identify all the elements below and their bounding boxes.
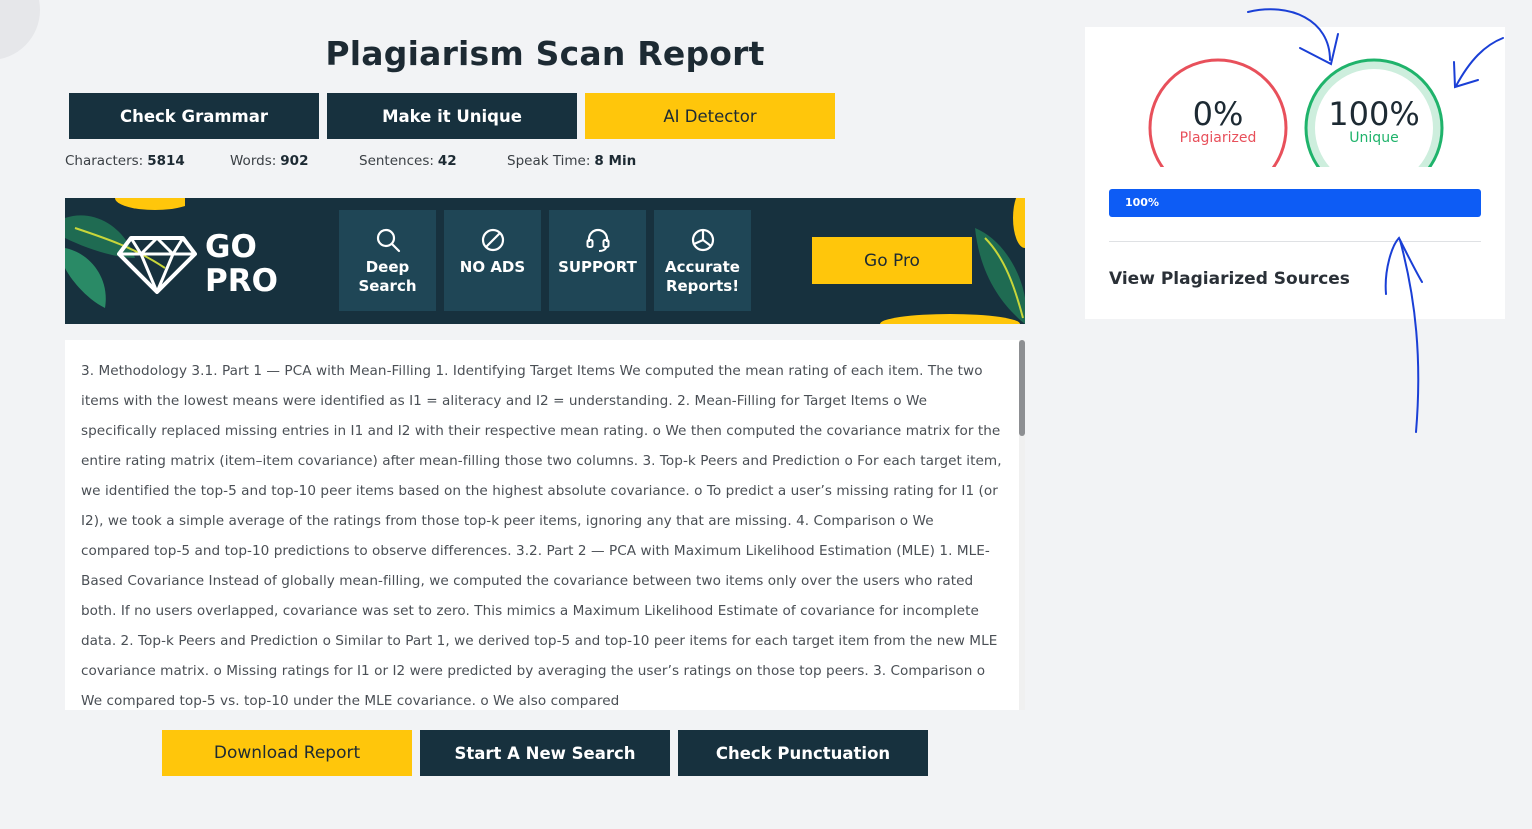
stat-label: Words: — [230, 153, 277, 169]
decorative-corner-shape — [0, 0, 40, 60]
uniqueness-progress-bar: 100% — [1109, 189, 1481, 217]
top-button-row: Check Grammar Make it Unique AI Detector — [69, 93, 835, 139]
stat-value: 902 — [280, 153, 309, 169]
feature-label-line: Reports! — [665, 277, 740, 295]
bottom-button-row: Download Report Start A New Search Check… — [162, 730, 928, 776]
scanned-text-content: 3. Methodology 3.1. Part 1 — PCA with Me… — [81, 363, 1002, 709]
view-plagiarized-sources-link[interactable]: View Plagiarized Sources — [1109, 269, 1350, 289]
feature-label-line: Accurate — [665, 258, 740, 276]
logo-line-2: PRO — [205, 263, 278, 299]
stat-label: Sentences: — [359, 153, 434, 169]
page-title: Plagiarism Scan Report — [325, 34, 765, 73]
go-pro-banner: GO PRO Deep Search NO ADS SUPPORT Accura… — [65, 198, 1025, 324]
pro-features: Deep Search NO ADS SUPPORT Accurate Repo… — [339, 210, 751, 311]
feature-label-line: SUPPORT — [558, 258, 637, 276]
plagiarized-label: Plagiarized — [1179, 130, 1257, 146]
stat-words: Words: 902 — [230, 153, 359, 169]
plagiarized-gauge: 0% Plagiarized — [1147, 57, 1289, 167]
feature-deep-search: Deep Search — [339, 210, 436, 311]
feature-label-line: Deep — [365, 258, 410, 276]
stat-value: 5814 — [147, 153, 185, 169]
feature-no-ads: NO ADS — [444, 210, 541, 311]
text-scrollbar[interactable] — [1019, 340, 1025, 710]
pie-chart-icon — [690, 226, 716, 254]
plagiarized-percent: 0% — [1192, 95, 1244, 133]
stat-label: Characters: — [65, 153, 144, 169]
go-pro-logo: GO PRO — [117, 230, 278, 298]
check-punctuation-button[interactable]: Check Punctuation — [678, 730, 928, 776]
stat-value: 8 Min — [594, 153, 637, 169]
stat-value: 42 — [437, 153, 457, 169]
feature-label: Deep Search — [358, 258, 416, 296]
diamond-icon — [117, 236, 197, 294]
feature-label-line: NO ADS — [459, 258, 526, 276]
make-unique-button[interactable]: Make it Unique — [327, 93, 577, 139]
stat-label: Speak Time: — [507, 153, 591, 169]
progress-value: 100% — [1125, 196, 1159, 209]
text-stats: Characters: 5814 Words: 902 Sentences: 4… — [65, 153, 636, 169]
results-panel: 0% Plagiarized 100% Unique 100% View Pla… — [1085, 27, 1505, 319]
start-new-search-button[interactable]: Start A New Search — [420, 730, 670, 776]
unique-percent: 100% — [1328, 95, 1420, 133]
panel-divider — [1109, 241, 1481, 242]
search-icon — [375, 226, 401, 254]
feature-support: SUPPORT — [549, 210, 646, 311]
scrollbar-thumb[interactable] — [1019, 340, 1025, 436]
download-report-button[interactable]: Download Report — [162, 730, 412, 776]
no-ads-icon — [480, 226, 506, 254]
check-grammar-button[interactable]: Check Grammar — [69, 93, 319, 139]
scanned-text-box[interactable]: 3. Methodology 3.1. Part 1 — PCA with Me… — [65, 340, 1025, 710]
stat-sentences: Sentences: 42 — [359, 153, 507, 169]
unique-gauge: 100% Unique — [1303, 57, 1445, 167]
feature-accurate-reports: Accurate Reports! — [654, 210, 751, 311]
feature-label: SUPPORT — [558, 258, 637, 277]
go-pro-text: GO PRO — [205, 230, 278, 298]
stat-speak-time: Speak Time: 8 Min — [507, 153, 636, 169]
feature-label-line: Search — [358, 277, 417, 295]
stat-characters: Characters: 5814 — [65, 153, 230, 169]
logo-line-1: GO — [205, 229, 257, 265]
headset-icon — [585, 226, 611, 254]
go-pro-button[interactable]: Go Pro — [812, 237, 972, 284]
ai-detector-button[interactable]: AI Detector — [585, 93, 835, 139]
feature-label: Accurate Reports! — [665, 258, 740, 296]
feature-label: NO ADS — [460, 258, 525, 277]
unique-label: Unique — [1349, 130, 1399, 146]
